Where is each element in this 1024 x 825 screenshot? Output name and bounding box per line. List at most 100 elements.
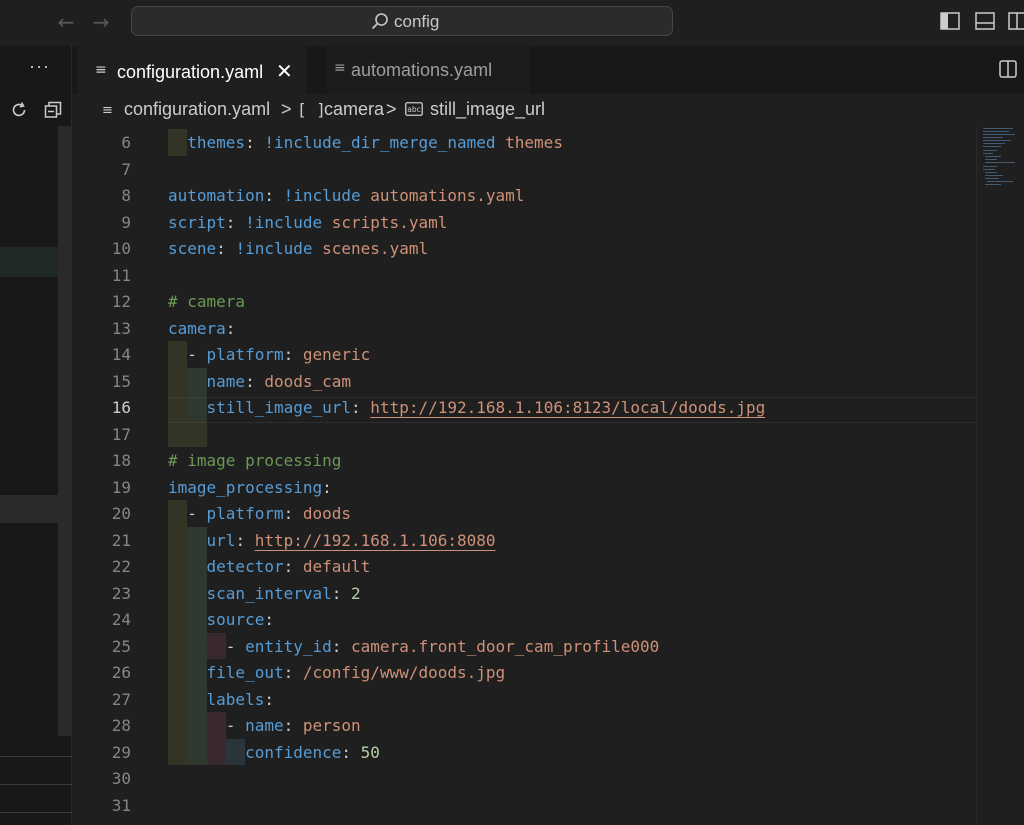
yaml-key: automation (168, 186, 265, 205)
close-icon[interactable]: ✕ (276, 59, 293, 83)
split-editor-icon[interactable] (999, 60, 1017, 78)
line-number: 22 (111, 557, 131, 576)
code-line[interactable]: labels: (168, 690, 274, 709)
breadcrumb: ≡ configuration.yaml > [ ] camera > abc … (72, 94, 1024, 126)
yaml-url: http://192.168.1.106:8123/local/doods.jp… (370, 398, 766, 417)
toggle-secondary-sidebar-icon[interactable] (1008, 12, 1024, 30)
yaml-punctuation: : (322, 477, 332, 497)
code-line[interactable]: - platform: generic (168, 345, 370, 364)
yaml-key: name (206, 371, 246, 391)
refresh-icon[interactable] (9, 100, 29, 120)
code-line[interactable]: # camera (168, 292, 245, 311)
yaml-key: platform (206, 504, 284, 523)
line-number: 23 (111, 583, 131, 603)
arrow-left-icon[interactable]: ← (54, 11, 78, 35)
line-number: 15 (111, 371, 131, 391)
code-line[interactable]: - platform: doods (168, 504, 351, 523)
yaml-punctuation: : (331, 583, 352, 603)
code-line[interactable]: scene: !include scenes.yaml (168, 239, 428, 258)
command-center-search[interactable]: config (131, 6, 673, 36)
sidebar-row-selected[interactable] (0, 495, 58, 523)
code-line[interactable]: detector: default (168, 557, 371, 576)
sidebar-divider (0, 756, 72, 757)
code-line[interactable]: name: doods_cam (168, 371, 352, 391)
yaml-punctuation: - (168, 716, 246, 735)
code-line[interactable]: confidence: 50 (168, 743, 380, 762)
yaml-key: !include (245, 212, 323, 232)
yaml-key: entity_id (245, 636, 332, 656)
more-actions-icon[interactable]: ··· (29, 56, 50, 77)
yaml-punctuation: : (283, 504, 303, 523)
yaml-punctuation (168, 531, 207, 550)
breadcrumb-file[interactable]: configuration.yaml (124, 99, 270, 120)
line-number: 21 (111, 530, 131, 550)
yaml-punctuation: : (283, 716, 303, 735)
yaml-key: scene (168, 239, 217, 258)
yaml-value: automations.yaml (360, 186, 525, 205)
toggle-panel-icon[interactable] (975, 12, 995, 30)
yaml-key: url (206, 530, 236, 550)
code-line[interactable]: camera: (168, 319, 235, 338)
yaml-key: detector (206, 557, 284, 576)
breadcrumb-section[interactable]: camera (324, 99, 384, 120)
code-line[interactable]: url: http://192.168.1.106:8080 (168, 531, 496, 550)
code-line[interactable]: still_image_url: http://192.168.1.106:81… (168, 398, 766, 417)
yaml-punctuation: : (341, 742, 361, 762)
yaml-punctuation: - (168, 636, 246, 656)
yaml-comment: # image processing (168, 451, 342, 470)
minimap[interactable] (976, 126, 1024, 825)
line-number: 26 (111, 663, 131, 682)
toggle-primary-sidebar-icon[interactable] (940, 12, 960, 30)
yaml-punctuation: : (331, 636, 352, 656)
line-number: 12 (111, 292, 131, 311)
yaml-punctuation: : (264, 186, 284, 205)
yaml-punctuation (168, 372, 207, 391)
yaml-punctuation: : (245, 371, 265, 391)
yaml-punctuation (168, 743, 245, 762)
collapse-all-icon[interactable] (44, 101, 62, 119)
line-number: 10 (111, 239, 131, 258)
yaml-value: /config/www/doods.jpg (302, 663, 506, 682)
yaml-punctuation: : (283, 345, 303, 364)
sidebar-row-highlight[interactable] (0, 247, 58, 277)
line-number: 28 (111, 716, 131, 735)
yaml-punctuation: : (225, 318, 236, 338)
code-line[interactable]: scan_interval: 2 (168, 584, 361, 603)
code-line[interactable]: themes: !include_dir_merge_named themes (168, 133, 563, 152)
line-number: 9 (121, 212, 131, 232)
sidebar-divider (0, 812, 72, 813)
yaml-punctuation: - (168, 345, 207, 364)
tab-label: automations.yaml (351, 60, 493, 80)
yaml-punctuation (168, 610, 207, 629)
line-number: 25 (111, 636, 131, 656)
code-line[interactable]: image_processing: (168, 478, 332, 497)
yaml-punctuation: : (235, 530, 255, 550)
code-line[interactable]: script: !include scripts.yaml (168, 213, 447, 232)
code-line[interactable]: - entity_id: camera.front_door_cam_profi… (168, 637, 659, 656)
tab-configuration-yaml[interactable]: ≡ configuration.yaml ✕ (78, 46, 306, 94)
yaml-punctuation (168, 557, 207, 576)
yaml-key: script (168, 212, 226, 232)
code-line[interactable]: file_out: /config/www/doods.jpg (168, 663, 506, 682)
breadcrumb-field[interactable]: still_image_url (430, 99, 545, 120)
yaml-number: 2 (351, 583, 361, 603)
tab-automations-yaml[interactable]: ≡ automations.yaml (327, 46, 530, 94)
code-line[interactable]: automation: !include automations.yaml (168, 186, 524, 205)
yaml-value: default (302, 557, 371, 576)
yaml-punctuation: : (225, 212, 246, 232)
yaml-key: source (206, 610, 265, 629)
file-lines-icon: ≡ (102, 103, 113, 118)
yaml-value: generic (302, 345, 371, 364)
yaml-punctuation (168, 690, 207, 709)
yaml-key: image_processing (168, 477, 323, 497)
yaml-punctuation: : (216, 239, 236, 258)
code-line[interactable]: - name: person (168, 716, 361, 735)
title-bar: ← → config (0, 0, 1024, 46)
yaml-value: scenes.yaml (312, 239, 429, 258)
yaml-value: scripts.yaml (322, 212, 448, 232)
code-line[interactable]: source: (168, 610, 274, 629)
yaml-key: confidence (245, 742, 342, 762)
arrow-right-icon[interactable]: → (89, 11, 113, 35)
line-number: 18 (111, 451, 131, 470)
code-line[interactable]: # image processing (168, 451, 341, 470)
